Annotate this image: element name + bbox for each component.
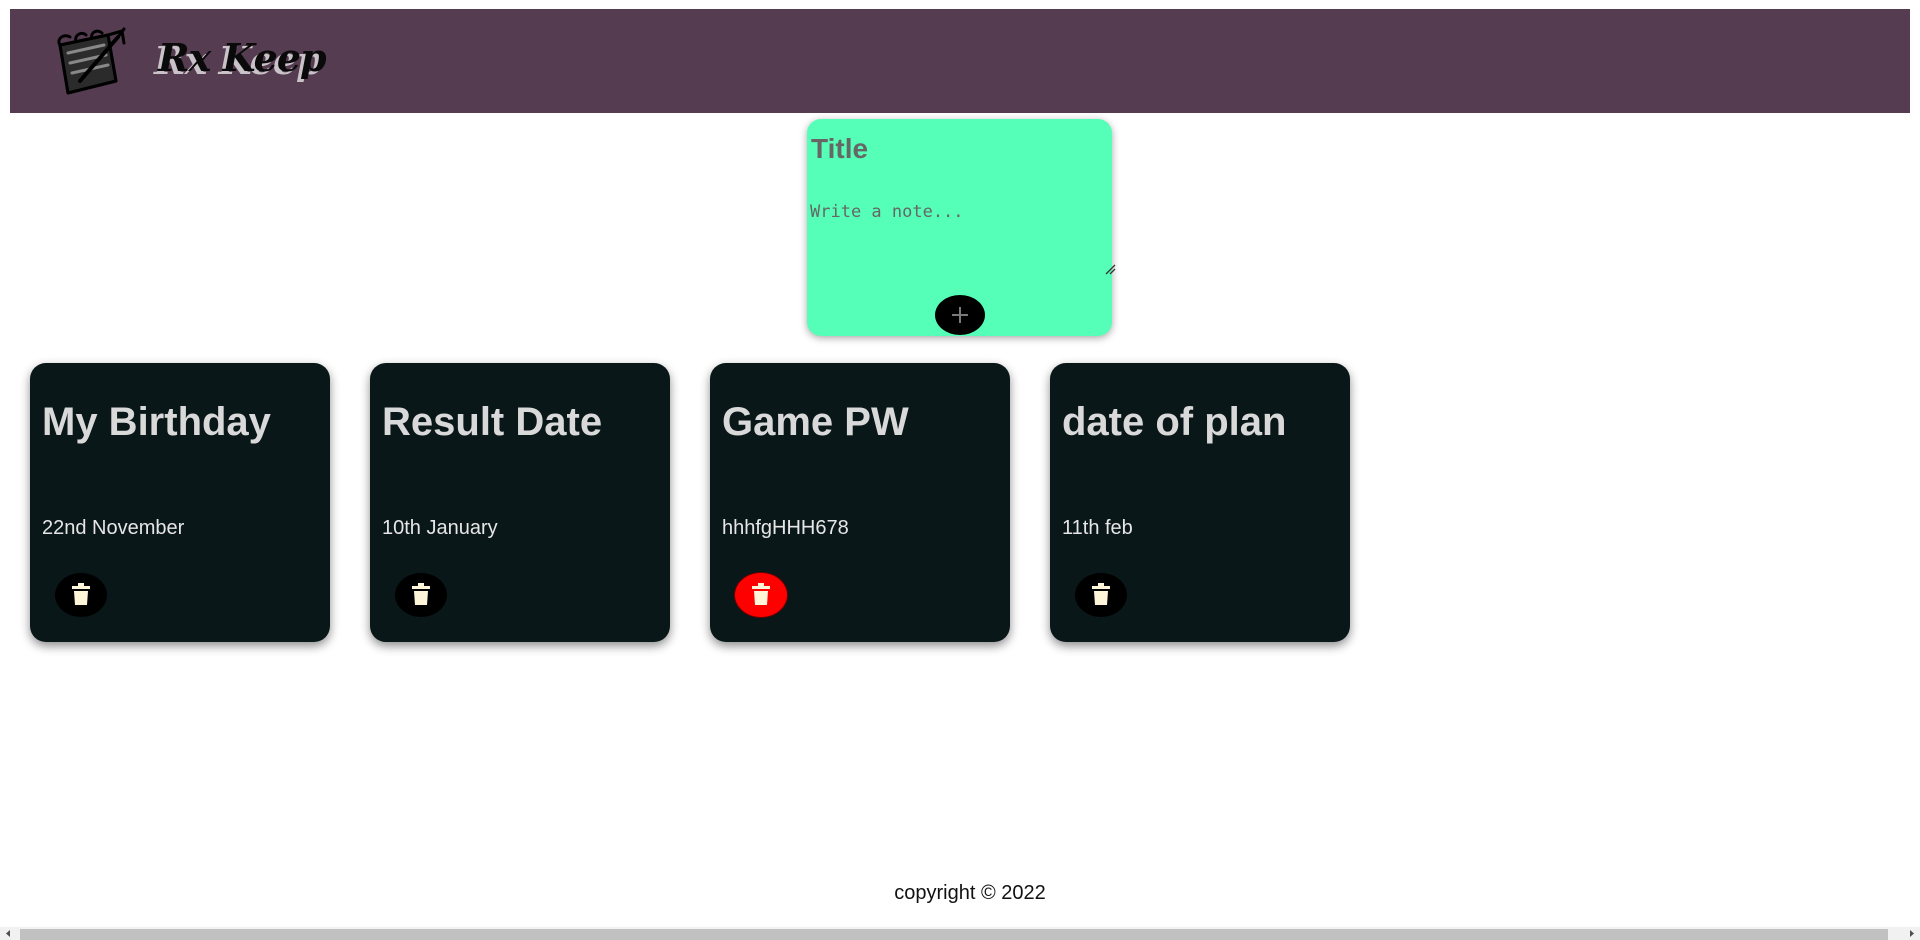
scroll-left-arrow-icon[interactable] bbox=[0, 927, 17, 940]
footer-copyright: copyright © 2022 bbox=[894, 882, 1046, 904]
notepad-pen-icon bbox=[57, 27, 126, 95]
note-card: date of plan 11th feb bbox=[1050, 363, 1350, 642]
note-title: Game PW bbox=[722, 400, 909, 444]
delete-note-button[interactable] bbox=[735, 573, 787, 617]
resize-handle-icon[interactable] bbox=[1104, 263, 1116, 275]
horizontal-scrollbar[interactable] bbox=[0, 927, 1920, 940]
note-title: Result Date bbox=[382, 400, 603, 444]
note-content: 10th January bbox=[382, 517, 498, 539]
trash-icon bbox=[412, 583, 430, 605]
app-title: Rx Keep bbox=[158, 35, 327, 80]
scrollbar-thumb[interactable] bbox=[20, 929, 1888, 940]
trash-icon bbox=[752, 583, 770, 605]
note-title: My Birthday bbox=[42, 400, 271, 444]
plus-icon bbox=[952, 307, 968, 323]
trash-icon bbox=[1092, 583, 1110, 605]
delete-note-button[interactable] bbox=[1075, 573, 1127, 617]
add-note-button[interactable] bbox=[935, 295, 985, 335]
delete-note-button[interactable] bbox=[55, 573, 107, 617]
page: Rx Keep My Birthday 22nd November Result… bbox=[0, 0, 1920, 940]
delete-note-button[interactable] bbox=[395, 573, 447, 617]
note-title-input[interactable] bbox=[811, 131, 1101, 167]
note-card: My Birthday 22nd November bbox=[30, 363, 330, 642]
scroll-right-arrow-icon[interactable] bbox=[1903, 927, 1920, 940]
note-content: 11th feb bbox=[1062, 517, 1133, 539]
note-card: Game PW hhhfgHHH678 bbox=[710, 363, 1010, 642]
trash-icon bbox=[72, 583, 90, 605]
app-header: Rx Keep bbox=[10, 9, 1910, 113]
note-content: 22nd November bbox=[42, 517, 185, 539]
note-content: hhhfgHHH678 bbox=[722, 517, 849, 539]
note-title: date of plan bbox=[1062, 400, 1287, 444]
note-card: Result Date 10th January bbox=[370, 363, 670, 642]
